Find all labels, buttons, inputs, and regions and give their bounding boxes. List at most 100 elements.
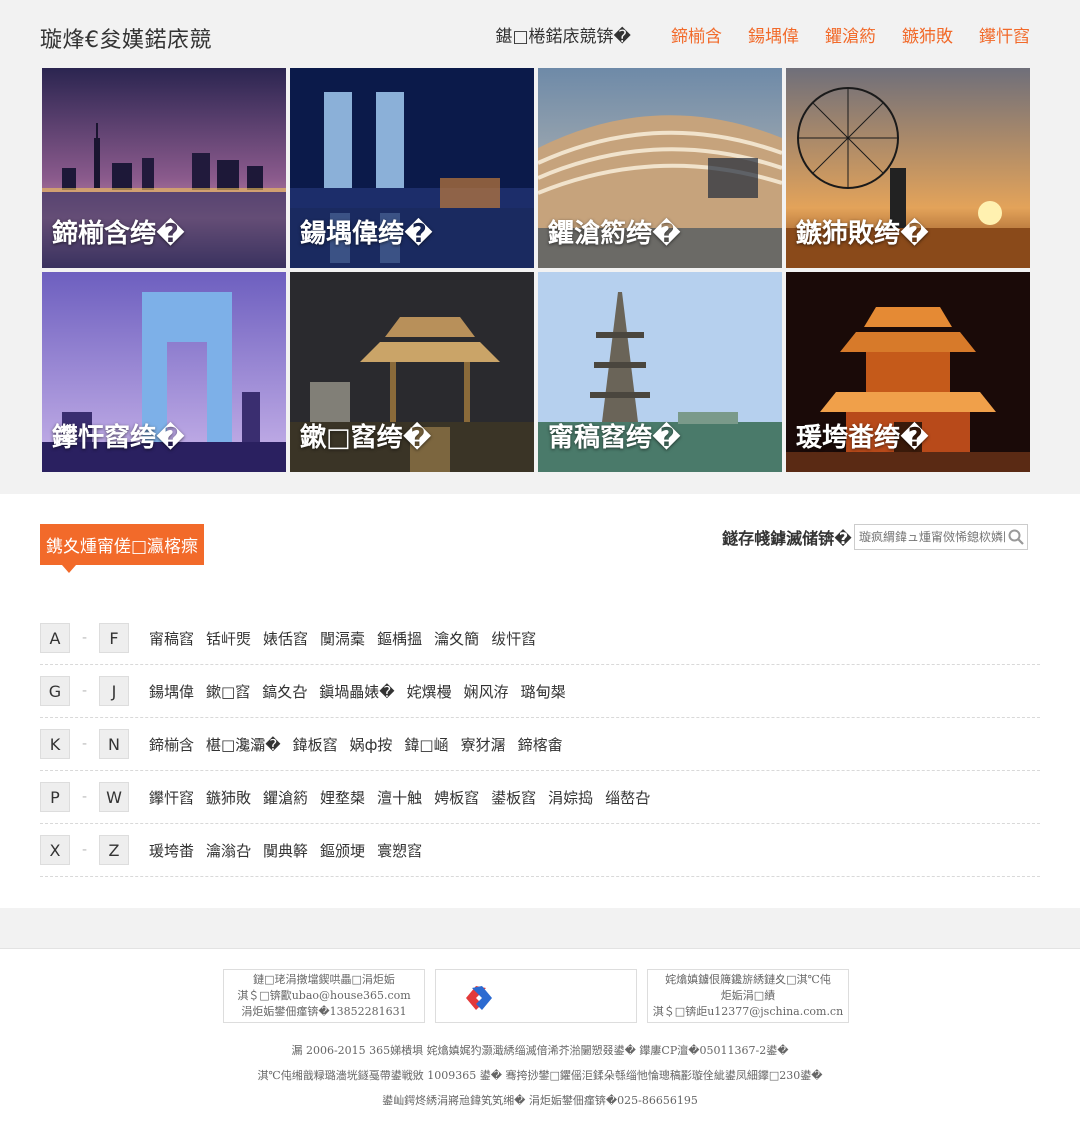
license-line: 淇℃伅缃戠粶璐濇垙鐩戞帶鍙戦敓 1009365 鍙� 骞挎挱鐢□鑺傜洰鍒朵綔缁忚…: [257, 1069, 823, 1082]
city-link[interactable]: 鏂颁埂: [320, 840, 365, 861]
city-link[interactable]: 寮犲潳: [461, 734, 506, 755]
city-link[interactable]: 鍏板窞: [293, 734, 338, 755]
range-dash: -: [81, 683, 88, 699]
city-link[interactable]: 鑻忓窞: [149, 787, 194, 808]
letter-to: N: [99, 729, 129, 759]
city-search: 鐩存帴鎼滅储锛�: [722, 524, 1028, 550]
city-link[interactable]: 瑗垮畨: [149, 840, 194, 861]
city-tile-xian[interactable]: 瑗垮畨绔�: [786, 272, 1030, 472]
hot-city-nav: 鍖□棬鍩庡競锛� 鍗椾含 鍚堣偉 鑺滄箹 鏃犻敗 鑻忓窞: [496, 22, 1031, 47]
letter-from: A: [40, 623, 70, 653]
city-link[interactable]: 瀹滃叴: [206, 840, 251, 861]
letter-from: G: [40, 676, 70, 706]
city-link[interactable]: 鍗楁畬: [518, 734, 563, 755]
alpha-row-p-w: P - W 鑻忓窞 鏃犻敗 鑺滄箹 娌堥槼 澶十触 娉板窞 鍙板窞 涓婃捣 缁嶅…: [40, 771, 1040, 824]
report-phone-line: 鍙屾鍔炵綉涓嶈兘鍏笂笂缃� 涓炬姤鐢佃瘽锛�025-86656195: [382, 1094, 698, 1107]
site-title: 璇烽€夋嫨鍩庡競: [40, 28, 212, 53]
letter-to: J: [99, 676, 129, 706]
search-icon[interactable]: [1005, 526, 1027, 548]
city-link[interactable]: 缁嶅叴: [605, 787, 650, 808]
letter-to: Z: [99, 835, 129, 865]
alpha-row-a-f: A - F 甯稿窞 铦屽煚 婊佸窞 闃滆槖 鏂楀搵 瀹夊簡 绂忓窞: [40, 612, 1040, 665]
tile-caption: 瑗垮畨绔�: [796, 423, 929, 453]
city-link[interactable]: 瀹夊簡: [434, 628, 479, 649]
city-link[interactable]: 鍙板窞: [491, 787, 536, 808]
tile-caption: 鍚堣偉绔�: [300, 219, 433, 249]
city-link[interactable]: 甯稿窞: [149, 628, 194, 649]
city-tile-hefei[interactable]: 鍚堣偉绔�: [290, 68, 534, 268]
city-links: 瑗垮畨 瀹滃叴 闃典簳 鏂颁埂 寰愬窞: [149, 840, 434, 861]
tile-caption: 鑻忓窞绔�: [52, 423, 185, 453]
nav-link-suzhou[interactable]: 鑻忓窞: [979, 22, 1030, 47]
city-links: 甯稿窞 铦屽煚 婊佸窞 闃滆槖 鏂楀搵 瀹夊簡 绂忓窞: [149, 628, 548, 649]
city-link[interactable]: 绂忓窞: [491, 628, 536, 649]
city-link[interactable]: 姹熼槾: [407, 681, 452, 702]
city-link[interactable]: 娌堥槼: [320, 787, 365, 808]
city-link[interactable]: 鍗椾含: [149, 734, 194, 755]
city-link[interactable]: 铦屽煚: [206, 628, 251, 649]
city-tile-suzhou[interactable]: 鑻忓窞绔�: [42, 272, 286, 472]
hot-city-label: 鍖□棬鍩庡競锛�: [495, 27, 632, 47]
city-link[interactable]: 寰愬窞: [377, 840, 422, 861]
range-dash: -: [81, 842, 88, 858]
city-link[interactable]: 鏃犻敗: [206, 787, 251, 808]
city-tile-changzhou[interactable]: 甯稿窞绔�: [538, 272, 782, 472]
city-link[interactable]: 鍚堣偉: [149, 681, 194, 702]
partner-logo-box[interactable]: [435, 969, 637, 1023]
search-label: 鐩存帴鎼滅储锛�: [722, 529, 852, 548]
report-line: 淇＄□锛歫u12377@jschina.com.cn: [652, 1005, 844, 1018]
city-tile-wuhu[interactable]: 鑺滄箹绔�: [538, 68, 782, 268]
city-links: 鍗椾含 椹□瀺灞� 鍏板窞 娲ф按 鍏□崡 寮犲潳 鍗楁畬: [149, 734, 575, 755]
js-report-box[interactable]: 姹熻嫃鐪佷簰鑱旂綉鏈夊□淇℃伅 炬姤涓□績 淇＄□锛歫u12377@jschin…: [647, 969, 849, 1023]
city-tile-wuxi[interactable]: 鏃犻敗绔�: [786, 68, 1030, 268]
city-links: 鑻忓窞 鏃犻敗 鑺滄箹 娌堥槼 澶十触 娉板窞 鍙板窞 涓婃捣 缁嶅叴: [149, 787, 662, 808]
city-link[interactable]: 鎭堝畾婊�: [319, 681, 394, 702]
city-link[interactable]: 椹□瀺灞�: [206, 734, 281, 755]
tile-caption: 鑺滄箹绔�: [548, 219, 681, 249]
city-link[interactable]: 鑺滄箹: [263, 787, 308, 808]
search-box: [854, 524, 1028, 550]
nav-link-hefei[interactable]: 鍚堣偉: [748, 22, 799, 47]
city-link[interactable]: 鏉□窞: [206, 681, 250, 702]
alpha-row-g-j: G - J 鍚堣偉 鏉□窞 鎬夊叴 鎭堝畾婊� 姹熼槾 娴风洊 璐甸槼: [40, 665, 1040, 718]
letter-from: K: [40, 729, 70, 759]
partner-logo-icon: [466, 986, 492, 1010]
report-line: 姹熻嫃鐪佷簰鑱旂綉鏈夊□淇℃伅: [665, 973, 831, 986]
nav-link-nanjing[interactable]: 鍗椾含: [671, 22, 722, 47]
city-link[interactable]: 娉板窞: [434, 787, 479, 808]
report-contact-box[interactable]: 鏈□珯涓撴壋鍥哄畾□涓炬姤 淇＄□锛歠ubao@house365.com 涓炬姤…: [223, 969, 425, 1023]
alphabet-city-list: A - F 甯稿窞 铦屽煚 婊佸窞 闃滆槖 鏂楀搵 瀹夊簡 绂忓窞 G - J …: [40, 612, 1040, 877]
report-line: 炬姤涓□績: [720, 989, 776, 1002]
city-tile-hangzhou[interactable]: 鏉□窞绔�: [290, 272, 534, 472]
tile-caption: 鏃犻敗绔�: [796, 219, 929, 249]
city-link[interactable]: 婊佸窞: [263, 628, 308, 649]
nav-link-wuxi[interactable]: 鏃犻敗: [902, 22, 953, 47]
city-link[interactable]: 娴风洊: [464, 681, 509, 702]
nav-link-wuhu[interactable]: 鑺滄箹: [825, 22, 876, 47]
report-line: 淇＄□锛歠ubao@house365.com: [237, 989, 411, 1002]
tile-caption: 甯稿窞绔�: [548, 423, 681, 453]
city-tile-nanjing[interactable]: 鍗椾含绔�: [42, 68, 286, 268]
city-link[interactable]: 澶十触: [377, 787, 422, 808]
range-dash: -: [81, 789, 88, 805]
city-link[interactable]: 闃典簳: [263, 840, 308, 861]
tile-caption: 鏉□窞绔�: [300, 423, 432, 453]
city-link[interactable]: 鍏□崡: [404, 734, 448, 755]
city-link[interactable]: 闃滆槖: [320, 628, 365, 649]
alpha-row-x-z: X - Z 瑗垮畨 瀹滃叴 闃典簳 鏂颁埂 寰愬窞: [40, 824, 1040, 877]
city-link[interactable]: 璐甸槼: [521, 681, 566, 702]
search-input[interactable]: [855, 526, 1005, 548]
letter-from: P: [40, 782, 70, 812]
city-link[interactable]: 鏂楀搵: [377, 628, 422, 649]
tile-caption: 鍗椾含绔�: [52, 219, 185, 249]
letter-to: F: [99, 623, 129, 653]
letter-to: W: [99, 782, 129, 812]
city-link[interactable]: 鎬夊叴: [262, 681, 307, 702]
city-links: 鍚堣偉 鏉□窞 鎬夊叴 鎭堝畾婊� 姹熼槾 娴风洊 璐甸槼: [149, 681, 578, 702]
city-link[interactable]: 娲ф按: [350, 734, 393, 755]
city-link[interactable]: 涓婃捣: [548, 787, 593, 808]
report-line: 鏈□珯涓撴壋鍥哄畾□涓炬姤: [253, 973, 395, 986]
range-dash: -: [81, 630, 88, 646]
footer-band: [0, 908, 1080, 949]
copyright-line: 漏 2006-2015 365娣樻埧 姹熻嫃娓犳灏濈綉缁滅偣浠芥湁闄愬叕鍙� 鑻…: [291, 1044, 789, 1057]
